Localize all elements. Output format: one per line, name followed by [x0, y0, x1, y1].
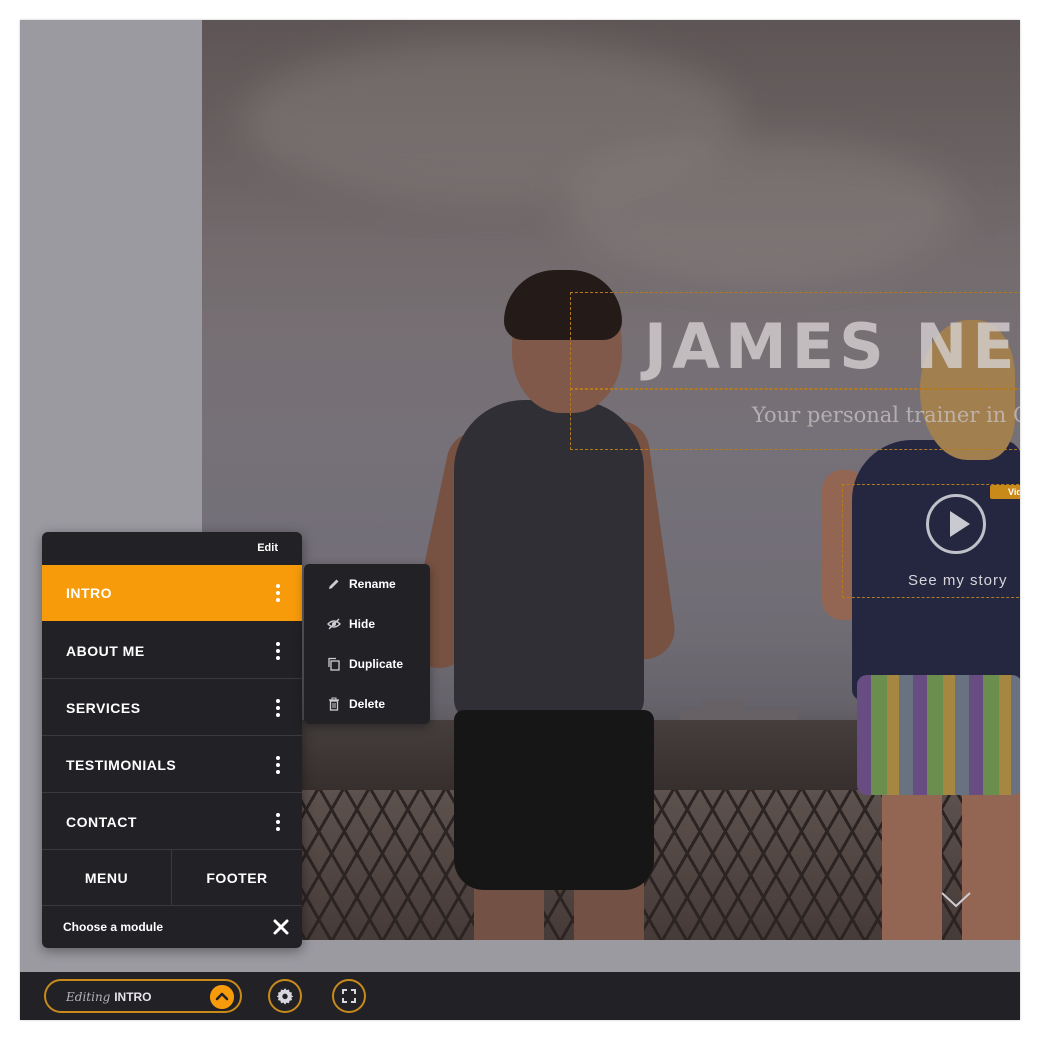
- duplicate-menu-item[interactable]: Duplicate: [304, 644, 430, 684]
- module-label: SERVICES: [66, 700, 141, 716]
- editing-status: Editing INTRO: [66, 990, 152, 1004]
- menu-item-label: Duplicate: [349, 657, 404, 671]
- footer-button[interactable]: FOOTER: [172, 850, 302, 906]
- see-story-label[interactable]: See my story: [908, 572, 1008, 589]
- close-icon[interactable]: [272, 918, 290, 936]
- module-item-about-me[interactable]: ABOUT ME: [42, 621, 302, 679]
- module-item-services[interactable]: SERVICES: [42, 679, 302, 736]
- kebab-menu-icon[interactable]: [276, 699, 280, 717]
- hero-preview[interactable]: JAMES NE Your personal trainer in C Vid …: [202, 20, 1020, 940]
- menu-item-label: Rename: [349, 577, 396, 591]
- menu-item-label: Delete: [349, 697, 386, 711]
- hero-subtitle: Your personal trainer in C: [752, 403, 1020, 427]
- module-context-menu: Rename Hide Duplicate Delete: [304, 564, 430, 724]
- module-item-intro[interactable]: INTRO: [42, 565, 302, 621]
- menu-button[interactable]: MENU: [42, 850, 172, 906]
- gear-icon: [276, 988, 294, 1005]
- edit-button[interactable]: Edit: [257, 542, 278, 554]
- chevron-up-icon[interactable]: [210, 985, 234, 1009]
- editor-frame: JAMES NE Your personal trainer in C Vid …: [20, 20, 1020, 1020]
- hero-title: JAMES NE: [644, 310, 1020, 383]
- module-item-testimonials[interactable]: TESTIMONIALS: [42, 736, 302, 793]
- kebab-menu-icon[interactable]: [276, 584, 280, 602]
- pencil-icon: [329, 579, 339, 589]
- hide-menu-item[interactable]: Hide: [304, 604, 430, 644]
- eye-slash-icon: [327, 618, 341, 630]
- menu-item-label: Hide: [349, 617, 376, 631]
- chevron-down-icon[interactable]: [940, 890, 972, 910]
- module-item-contact[interactable]: CONTACT: [42, 793, 302, 850]
- kebab-menu-icon[interactable]: [276, 756, 280, 774]
- rename-menu-item[interactable]: Rename: [304, 564, 430, 604]
- editing-prefix: Editing: [66, 990, 111, 1004]
- kebab-menu-icon[interactable]: [276, 642, 280, 660]
- editing-module-selector[interactable]: Editing INTRO: [44, 979, 242, 1013]
- kebab-menu-icon[interactable]: [276, 813, 280, 831]
- hero-dim-overlay: [202, 20, 1020, 940]
- bottom-toolbar: Editing INTRO: [20, 972, 1020, 1020]
- module-label: ABOUT ME: [66, 643, 145, 659]
- fullscreen-button[interactable]: [332, 979, 366, 1013]
- fullscreen-icon: [342, 989, 356, 1003]
- module-label: TESTIMONIALS: [66, 757, 177, 773]
- trash-icon: [329, 697, 339, 711]
- module-label: CONTACT: [66, 814, 137, 830]
- settings-button[interactable]: [268, 979, 302, 1013]
- module-panel: Edit INTRO ABOUT ME SERVICES TESTIMONIAL…: [42, 532, 302, 948]
- duplicate-icon: [328, 657, 340, 671]
- delete-menu-item[interactable]: Delete: [304, 684, 430, 724]
- video-tag: Vid: [990, 485, 1020, 499]
- choose-module-label[interactable]: Choose a module: [63, 920, 163, 934]
- menu-footer-row: MENU FOOTER: [42, 850, 302, 906]
- module-label: INTRO: [66, 585, 113, 601]
- play-icon[interactable]: [926, 494, 986, 554]
- editing-module-name: INTRO: [114, 990, 152, 1004]
